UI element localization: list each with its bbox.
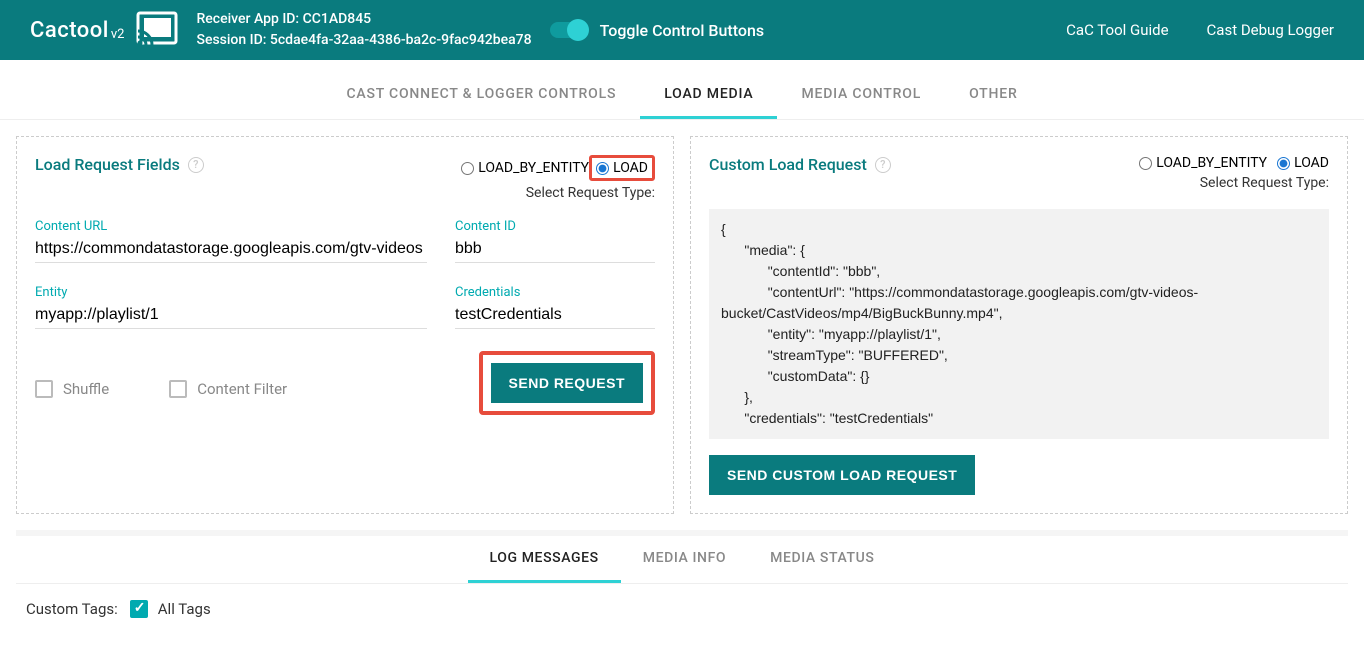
- content-filter-checkbox[interactable]: Content Filter: [169, 380, 287, 398]
- load-request-fields-panel: Load Request Fields ? LOAD_BY_ENTITY LOA…: [16, 136, 674, 514]
- select-request-type-label-left: Select Request Type:: [451, 185, 655, 201]
- main-tabs: CAST CONNECT & LOGGER CONTROLS LOAD MEDI…: [0, 72, 1364, 120]
- send-custom-request-button[interactable]: SEND CUSTOM LOAD REQUEST: [709, 455, 975, 495]
- cast-icon[interactable]: [136, 11, 178, 49]
- toggle-control-buttons[interactable]: Toggle Control Buttons: [550, 21, 765, 40]
- panel-title-right: Custom Load Request ?: [709, 155, 891, 174]
- app-header: Cactool v2 Receiver App ID: CC1AD845 Ses…: [0, 0, 1364, 60]
- highlight-send-request: SEND REQUEST: [479, 351, 655, 415]
- radio-load-by-entity-left[interactable]: LOAD_BY_ENTITY: [461, 160, 589, 176]
- custom-load-request-panel: Custom Load Request ? LOAD_BY_ENTITY LOA…: [690, 136, 1348, 514]
- tab-load-media[interactable]: LOAD MEDIA: [640, 72, 777, 119]
- link-debug-logger[interactable]: Cast Debug Logger: [1207, 21, 1334, 39]
- receiver-label: Receiver App ID:: [196, 11, 299, 27]
- session-id: 5cdae4fa-32aa-4386-ba2c-9fac942bea78: [270, 32, 532, 48]
- all-tags-checkbox[interactable]: All Tags: [130, 600, 211, 618]
- tab-media-status[interactable]: MEDIA STATUS: [748, 536, 896, 583]
- session-label: Session ID:: [196, 32, 266, 48]
- help-icon[interactable]: ?: [188, 157, 204, 173]
- log-section: LOG MESSAGES MEDIA INFO MEDIA STATUS Cus…: [16, 530, 1348, 634]
- header-info: Receiver App ID: CC1AD845 Session ID: 5c…: [196, 9, 531, 51]
- content-id-label: Content ID: [455, 219, 655, 234]
- radio-load-right[interactable]: LOAD: [1277, 155, 1329, 171]
- content-id-input[interactable]: [455, 236, 655, 263]
- panel-title-left: Load Request Fields ?: [35, 155, 204, 174]
- radio-load-by-entity-right[interactable]: LOAD_BY_ENTITY: [1139, 155, 1267, 171]
- tab-log-messages[interactable]: LOG MESSAGES: [468, 536, 621, 583]
- tab-media-control[interactable]: MEDIA CONTROL: [777, 72, 945, 119]
- content-url-input[interactable]: [35, 236, 427, 263]
- send-request-button[interactable]: SEND REQUEST: [491, 363, 643, 403]
- receiver-id: CC1AD845: [303, 11, 372, 27]
- custom-json-textarea[interactable]: { "media": { "contentId": "bbb", "conten…: [709, 209, 1329, 439]
- logo-version: v2: [111, 27, 125, 42]
- custom-tags-label: Custom Tags:: [26, 600, 118, 618]
- radio-load-left[interactable]: LOAD: [596, 160, 648, 176]
- toggle-label: Toggle Control Buttons: [600, 21, 765, 40]
- link-cac-guide[interactable]: CaC Tool Guide: [1066, 21, 1168, 39]
- tab-other[interactable]: OTHER: [945, 72, 1042, 119]
- toggle-switch-icon[interactable]: [550, 22, 586, 38]
- tab-cast-connect[interactable]: CAST CONNECT & LOGGER CONTROLS: [322, 72, 640, 119]
- select-request-type-label-right: Select Request Type:: [1129, 175, 1329, 191]
- entity-label: Entity: [35, 285, 427, 300]
- logo: Cactool v2: [30, 11, 178, 49]
- content-url-label: Content URL: [35, 219, 427, 234]
- highlight-load-radio: LOAD: [589, 155, 655, 181]
- tab-media-info[interactable]: MEDIA INFO: [621, 536, 748, 583]
- shuffle-checkbox[interactable]: Shuffle: [35, 380, 109, 398]
- sub-tabs: LOG MESSAGES MEDIA INFO MEDIA STATUS: [16, 536, 1348, 584]
- logo-text: Cactool: [30, 18, 109, 43]
- entity-input[interactable]: [35, 302, 427, 329]
- help-icon[interactable]: ?: [875, 157, 891, 173]
- credentials-input[interactable]: [455, 302, 655, 329]
- credentials-label: Credentials: [455, 285, 655, 300]
